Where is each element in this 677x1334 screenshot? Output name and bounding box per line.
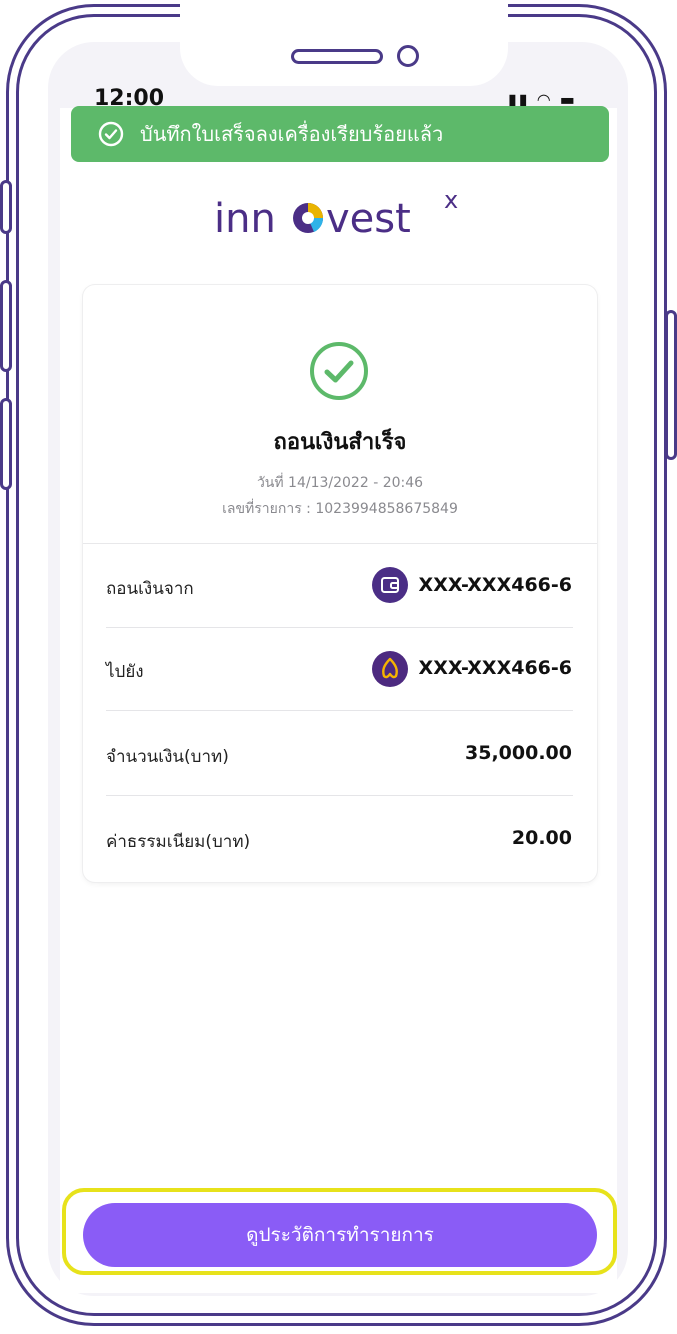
row-divider [106, 627, 573, 628]
bank-logo-icon [372, 651, 408, 687]
row-value-from-account: XXX-XXX466-6 [418, 574, 572, 596]
row-divider [106, 795, 573, 796]
success-toast: บันทึกใบเสร็จลงเครื่องเรียบร้อยแล้ว [71, 106, 609, 162]
receipt-title: ถอนเงินสำเร็จ [273, 430, 407, 455]
logo-superscript: x [444, 188, 458, 214]
row-label-from: ถอนเงินจาก [106, 579, 194, 599]
logo-text-prefix: inn [214, 196, 276, 242]
volume-up-button [0, 280, 12, 372]
row-label-to: ไปยัง [106, 662, 144, 682]
mute-switch [0, 180, 12, 234]
toast-message: บันทึกใบเสร็จลงเครื่องเรียบร้อยแล้ว [140, 122, 444, 146]
logo-o-mark-icon [293, 203, 324, 233]
innovest-logo: inn vest x [212, 186, 472, 248]
card-divider [83, 543, 597, 544]
notch [180, 0, 508, 86]
transaction-ref: เลขที่รายการ : 1023994858675849 [222, 501, 458, 517]
camera [397, 45, 419, 67]
row-value-to-account: XXX-XXX466-6 [418, 657, 572, 679]
check-circle-icon [98, 121, 124, 147]
wallet-icon [372, 567, 408, 603]
row-divider [106, 710, 573, 711]
row-label-fee: ค่าธรรมเนียม(บาท) [106, 832, 251, 852]
row-value-amount: 35,000.00 [465, 742, 572, 764]
transaction-date: วันที่ 14/13/2022 - 20:46 [256, 475, 424, 491]
row-value-fee: 20.00 [511, 827, 572, 849]
volume-down-button [0, 398, 12, 490]
success-check-icon [310, 342, 368, 400]
power-button [665, 310, 677, 460]
logo-text-suffix: vest [326, 196, 411, 242]
speaker [291, 49, 383, 64]
row-label-amount: จำนวนเงิน(บาท) [106, 747, 229, 767]
view-history-button[interactable]: ดูประวัติการทำรายการ [83, 1203, 597, 1267]
